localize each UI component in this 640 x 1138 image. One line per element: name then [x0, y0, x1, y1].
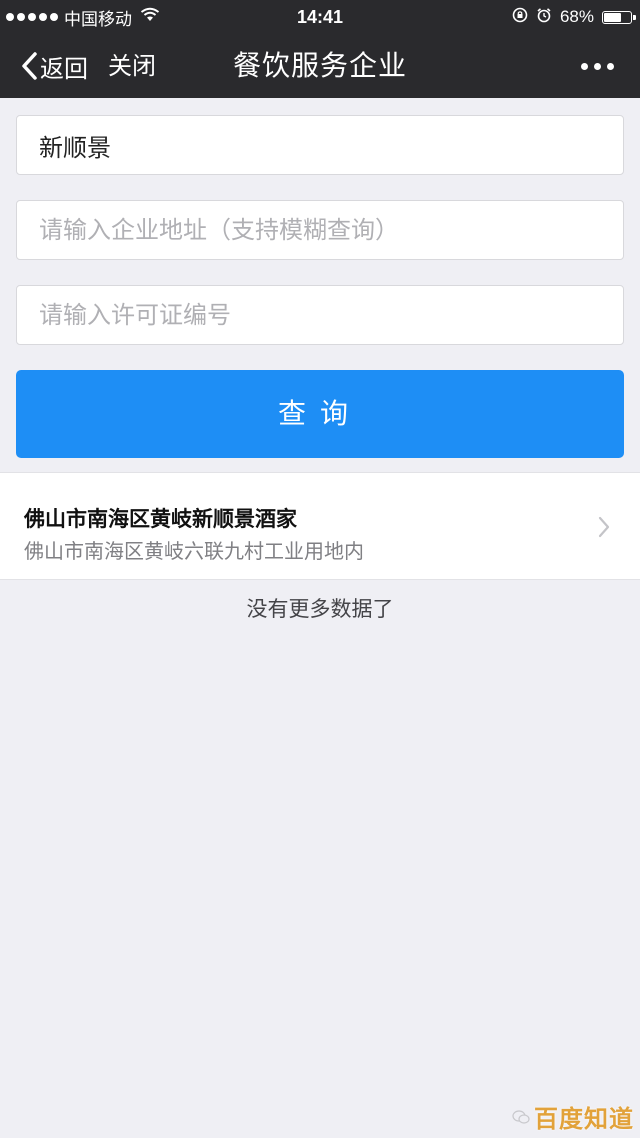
alarm-icon — [536, 7, 552, 28]
lock-rotation-icon — [512, 7, 528, 28]
more-dots-icon[interactable] — [581, 34, 614, 98]
no-more-data-label: 没有更多数据了 — [246, 597, 394, 621]
list-item[interactable]: 佛山市南海区黄岐新顺景酒家 佛山市南海区黄岐六联九村工业用地内 — [0, 473, 640, 579]
nav-bar: 返回 关闭 餐饮服务企业 — [0, 34, 640, 98]
result-name: 佛山市南海区黄岐新顺景酒家 — [24, 507, 297, 531]
chevron-right-icon — [598, 516, 610, 538]
wechat-icon — [512, 1110, 530, 1128]
battery-icon — [602, 10, 636, 24]
results-list: 佛山市南海区黄岐新顺景酒家 佛山市南海区黄岐六联九村工业用地内 — [0, 472, 640, 580]
company-name-input[interactable] — [17, 116, 623, 174]
license-number-field[interactable] — [16, 285, 624, 345]
status-bar: 中国移动 14:41 68% — [0, 0, 640, 34]
battery-level-fill — [604, 12, 621, 22]
company-name-field[interactable] — [16, 115, 624, 175]
company-address-field[interactable] — [16, 200, 624, 260]
page-title: 餐饮服务企业 — [232, 49, 407, 82]
baidu-zhidao-logo: 百度知道 — [534, 1105, 634, 1133]
status-right: 68% — [512, 0, 636, 34]
query-button[interactable]: 查询 — [16, 370, 624, 458]
watermark: 百度知道 — [512, 1099, 634, 1134]
battery-percent: 68% — [559, 7, 594, 26]
result-address: 佛山市南海区黄岐六联九村工业用地内 — [24, 539, 364, 563]
company-address-input[interactable] — [17, 201, 623, 259]
license-number-input[interactable] — [17, 286, 623, 344]
